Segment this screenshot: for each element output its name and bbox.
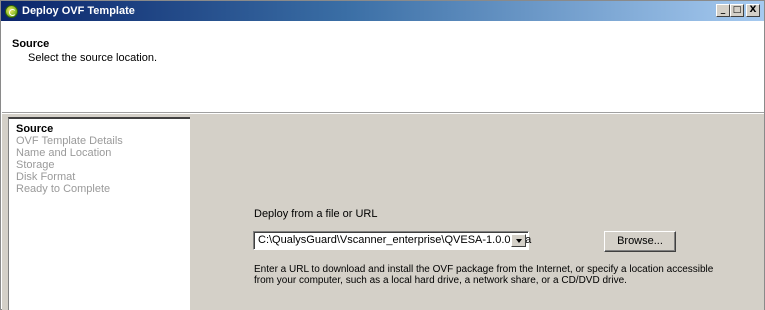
step-disk-format[interactable]: Disk Format — [9, 171, 190, 183]
source-path-combobox[interactable]: C:\QualysGuard\Vscanner_enterprise\QVESA… — [253, 231, 531, 250]
wizard-body: Source OVF Template Details Name and Loc… — [2, 114, 764, 310]
step-name-and-location[interactable]: Name and Location — [9, 147, 190, 159]
wizard-header: Source Select the source location. — [2, 21, 764, 113]
dropdown-arrow-icon[interactable] — [511, 234, 526, 247]
maximize-button[interactable]: □ — [730, 4, 744, 17]
source-path-value[interactable]: C:\QualysGuard\Vscanner_enterprise\QVESA… — [258, 234, 531, 246]
step-ovf-template-details[interactable]: OVF Template Details — [9, 135, 190, 147]
title-bar[interactable]: Deploy OVF Template _ □ X — [1, 1, 764, 21]
browse-button[interactable]: Browse... — [604, 231, 676, 252]
deploy-ovf-window: Deploy OVF Template _ □ X Source Select … — [0, 0, 765, 310]
step-source[interactable]: Source — [9, 119, 190, 135]
window-controls: _ □ X — [716, 4, 760, 17]
wizard-steps-sidebar: Source OVF Template Details Name and Loc… — [8, 117, 190, 310]
deploy-from-label: Deploy from a file or URL — [254, 208, 378, 220]
minimize-button[interactable]: _ — [716, 4, 730, 17]
vsphere-app-icon — [5, 4, 18, 18]
close-button[interactable]: X — [746, 4, 760, 17]
page-title: Source — [12, 38, 50, 50]
window-title: Deploy OVF Template — [22, 5, 135, 17]
page-subtitle: Select the source location. — [28, 52, 158, 64]
step-storage[interactable]: Storage — [9, 159, 190, 171]
step-ready-to-complete[interactable]: Ready to Complete — [9, 183, 190, 195]
source-help-text: Enter a URL to download and install the … — [254, 264, 714, 286]
